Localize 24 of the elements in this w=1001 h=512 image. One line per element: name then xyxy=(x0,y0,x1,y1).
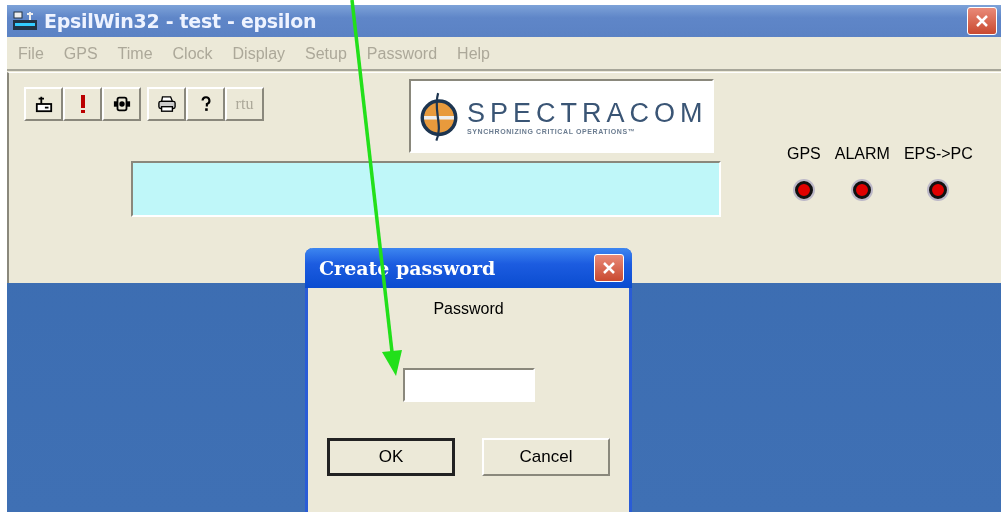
indicator-label: GPS xyxy=(787,145,821,163)
printer-icon xyxy=(156,95,177,113)
close-button[interactable] xyxy=(594,254,624,282)
close-button[interactable] xyxy=(967,7,997,35)
window-title: EpsilWin32 - test - epsilon xyxy=(44,10,318,32)
device-icon xyxy=(34,95,53,113)
toolbar-button[interactable] xyxy=(102,87,141,121)
help-icon xyxy=(199,94,212,114)
close-icon xyxy=(975,14,989,28)
cancel-button[interactable]: Cancel xyxy=(482,438,610,476)
toolbar-button[interactable] xyxy=(186,87,225,121)
toolbar-button[interactable] xyxy=(63,87,102,121)
indicator-label: EPS->PC xyxy=(903,145,973,163)
indicator-label: ALARM xyxy=(834,145,890,163)
password-label: Password xyxy=(433,300,504,318)
camera-icon xyxy=(112,95,131,113)
password-field[interactable] xyxy=(402,368,535,402)
app-icon xyxy=(12,10,38,32)
toolbar-button[interactable] xyxy=(147,87,186,121)
logo-name: SPECTRACOM xyxy=(467,97,708,128)
ok-button[interactable]: OK xyxy=(327,438,455,476)
exclamation-icon xyxy=(78,94,87,114)
toolbar-button[interactable] xyxy=(24,87,63,121)
close-icon xyxy=(602,261,616,275)
